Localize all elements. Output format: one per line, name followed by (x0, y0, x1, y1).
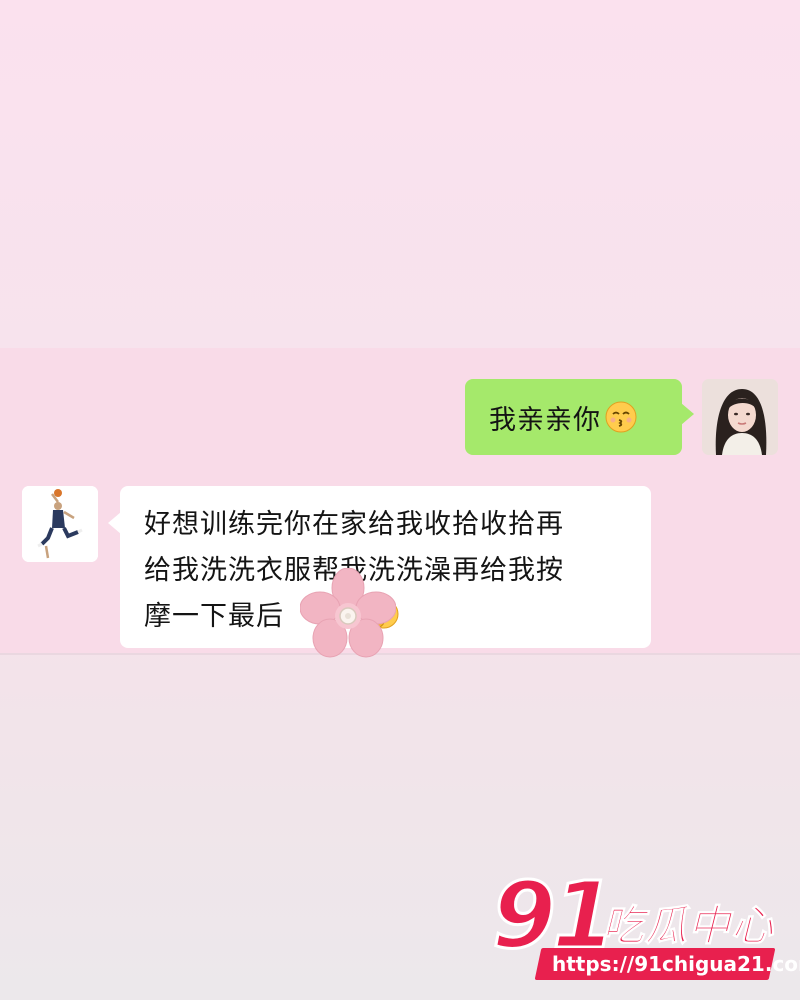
received-message-line-1: 好想训练完你在家给我收拾收拾再 (144, 509, 564, 540)
kissing-face-icon (605, 401, 637, 433)
watermark-title: 吃瓜中心 (601, 901, 775, 951)
user-avatar[interactable] (702, 379, 778, 455)
flower-sticker (299, 567, 397, 660)
contact-avatar[interactable] (22, 486, 98, 562)
site-watermark: 91 吃瓜中心 https://91chigua21.com (480, 868, 800, 985)
received-message-line-3-text: 摩一下最后 (144, 601, 284, 632)
basketball-player-icon (22, 486, 98, 562)
woman-portrait-icon (702, 379, 778, 455)
empty-top-area (0, 0, 800, 348)
watermark-url: https://91chigua21.com (552, 952, 800, 976)
flower-icon (299, 567, 397, 658)
sent-message-bubble[interactable]: 我亲亲你 (465, 379, 694, 455)
sent-message-text: 我亲亲你 (489, 404, 601, 436)
